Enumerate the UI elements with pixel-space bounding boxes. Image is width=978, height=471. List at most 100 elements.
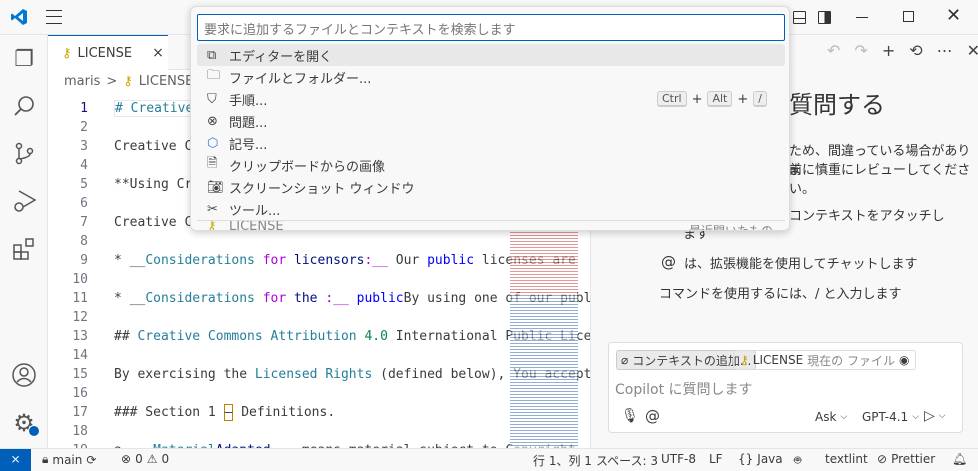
run-debug-icon[interactable] <box>10 187 38 215</box>
line-number: 18 <box>72 424 88 439</box>
lock-icon: 🔒︎ <box>42 452 49 466</box>
tab-label: LICENSE <box>77 45 133 61</box>
microphone-icon[interactable]: 🎙︎ <box>621 408 639 424</box>
mention-button[interactable]: @ <box>645 407 660 425</box>
encoding[interactable]: UTF-8 <box>661 452 696 466</box>
toggle-panel-icon[interactable] <box>793 11 806 24</box>
toggle-secondary-sidebar-icon[interactable] <box>818 11 831 24</box>
tools-icon: ✂ <box>207 201 218 217</box>
line-number: 5 <box>80 177 88 192</box>
send-icon: ▷ <box>924 408 935 424</box>
breadcrumb-file[interactable]: LICENSE <box>139 74 194 89</box>
quick-pick-item[interactable]: ⬡ 記号... <box>197 132 785 154</box>
license-file-icon: ⚷ <box>62 45 72 61</box>
symbol-icon: ⬡ <box>207 135 219 151</box>
cursor-position[interactable]: 行 1、列 1 <box>533 452 592 469</box>
accounts-icon[interactable] <box>10 361 38 389</box>
item-label: LICENSE <box>229 220 284 231</box>
manage-gear-icon[interactable]: ⚙ <box>10 409 40 437</box>
redo-icon[interactable]: ↷ <box>854 41 867 60</box>
chat-hint-extensions: @ は、拡張機能を使用してチャットします <box>661 253 917 272</box>
error-icon: ⊗ <box>121 452 132 466</box>
copilot-icon[interactable]: 🤖︎ <box>794 452 801 469</box>
send-button[interactable]: ▷ ⌵ <box>924 408 946 424</box>
maximize-button[interactable] <box>903 11 914 22</box>
new-chat-icon[interactable]: + <box>882 41 895 60</box>
indentation[interactable]: スペース: 3 <box>596 452 658 469</box>
close-tab-icon[interactable]: × <box>152 45 164 61</box>
code-line[interactable]: * __Considerations for licensors:__ Our … <box>114 253 576 268</box>
chat-input-box: ⌀ コンテキストの追加... ⚷ LICENSE 現在の ファイル ◉ Copilot … <box>608 342 963 433</box>
code-token: for <box>254 253 295 268</box>
quick-pick-item[interactable]: 🗀︎ ファイルとフォルダー... <box>197 66 785 88</box>
code-token: ## <box>114 329 138 344</box>
line-number: 7 <box>80 215 88 230</box>
search-icon[interactable] <box>10 92 38 120</box>
source-control-icon[interactable] <box>10 139 38 167</box>
code-token: Licensed Rights <box>254 367 373 382</box>
quick-pick-item[interactable]: 🗎︎ クリップボードからの画像 <box>197 154 785 176</box>
minimap[interactable] <box>510 230 578 448</box>
code-token: for <box>254 291 295 306</box>
chat-hint-commands: コマンドを使用するには、/ と入力します <box>659 287 902 302</box>
keybinding: Ctrl + Alt + / <box>656 91 767 107</box>
language-mode[interactable]: {} Java <box>738 452 783 466</box>
quick-pick-item[interactable]: 📷︎ スクリーンショット ウィンドウ <box>197 176 785 198</box>
notifications-icon[interactable]: 🔔︎ <box>952 452 967 466</box>
code-token: 4.0 <box>364 329 388 344</box>
prettier[interactable]: ⊘ Prettier <box>877 452 935 466</box>
close-panel-icon[interactable]: ✕ <box>967 41 978 60</box>
prettier-label: Prettier <box>891 452 936 466</box>
quick-pick-item[interactable]: ⊗ 問題... <box>197 110 785 132</box>
model-label: GPT-4.1 <box>862 410 909 424</box>
eol[interactable]: LF <box>709 452 723 466</box>
textlint[interactable]: textlint <box>825 452 868 466</box>
tab-license[interactable]: ⚷ LICENSE × <box>48 35 168 70</box>
quick-pick-item[interactable]: ⛉ 手順... Ctrl + Alt + / <box>197 88 785 110</box>
remote-button[interactable]: ⨯ <box>0 449 31 471</box>
current-file-chip[interactable]: ⚷ LICENSE 現在の ファイル ◉ <box>733 350 917 370</box>
eye-icon[interactable]: ◉ <box>899 353 909 367</box>
model-picker[interactable]: GPT-4.1 ⌵ <box>862 410 919 424</box>
section-label: 最近開いたもの <box>688 224 773 231</box>
minimize-button[interactable] <box>856 17 868 18</box>
close-window-button[interactable]: ✕ <box>946 5 961 26</box>
warning-icon: ⚠ <box>146 452 158 466</box>
line-number: 10 <box>72 272 88 287</box>
item-label: ファイルとフォルダー... <box>229 71 372 87</box>
mode-label: Ask <box>815 410 837 424</box>
line-number: 15 <box>72 367 88 382</box>
quick-pick-item[interactable]: ✂ ツール... <box>197 198 785 220</box>
clipboard-image-icon: 🗎︎ <box>207 156 218 171</box>
code-token: Creative Commons Attribution <box>137 329 365 344</box>
chat-input[interactable]: Copilot に質問します <box>615 379 753 399</box>
breadcrumb-folder[interactable]: maris <box>64 74 100 89</box>
extensions-icon[interactable] <box>10 235 38 263</box>
sync-icon[interactable]: ⟳ <box>86 453 96 467</box>
prettier-disabled-icon: ⊘ <box>877 452 888 466</box>
code-token: * __ <box>114 253 146 268</box>
license-icon: ⚷ <box>207 220 217 231</box>
problems-indicator[interactable]: ⊗ 0 ⚠ 0 <box>121 452 169 466</box>
status-bar: ⨯ 🔒︎ main ⟳ ⊗ 0 ⚠ 0 行 1、列 1 スペース: 3 UTF-8 LF … <box>0 448 978 471</box>
code-line[interactable]: ### Section 1 – Definitions. <box>114 404 335 421</box>
item-label: エディターを開く <box>229 49 333 65</box>
history-icon[interactable]: ⟲ <box>909 41 922 60</box>
plus: + <box>737 91 749 107</box>
context-search-input[interactable]: 要求に追加するファイルとコンテキストを検索します <box>197 14 785 41</box>
quick-pick-item[interactable]: ⧉ エディターを開く <box>197 44 785 66</box>
license-file-icon: ⚷ <box>123 74 133 89</box>
code-token: * __ <box>114 291 146 306</box>
mode-picker[interactable]: Ask ⌵ <box>815 410 847 424</box>
chat-title: 質問する <box>789 91 885 119</box>
explorer-icon[interactable]: ❐ <box>10 45 38 73</box>
code-token: – <box>223 404 234 421</box>
branch-indicator[interactable]: 🔒︎ main ⟳ <box>42 452 96 467</box>
language-label: Java <box>757 452 783 466</box>
item-label: ツール... <box>229 203 281 219</box>
hint-text: は、拡張機能を使用してチャットします <box>684 257 918 272</box>
undo-icon[interactable]: ↶ <box>827 41 840 60</box>
license-file-icon: ⚷ <box>740 353 749 367</box>
menu-icon[interactable] <box>46 10 62 24</box>
more-icon[interactable]: ⋯ <box>937 41 953 60</box>
